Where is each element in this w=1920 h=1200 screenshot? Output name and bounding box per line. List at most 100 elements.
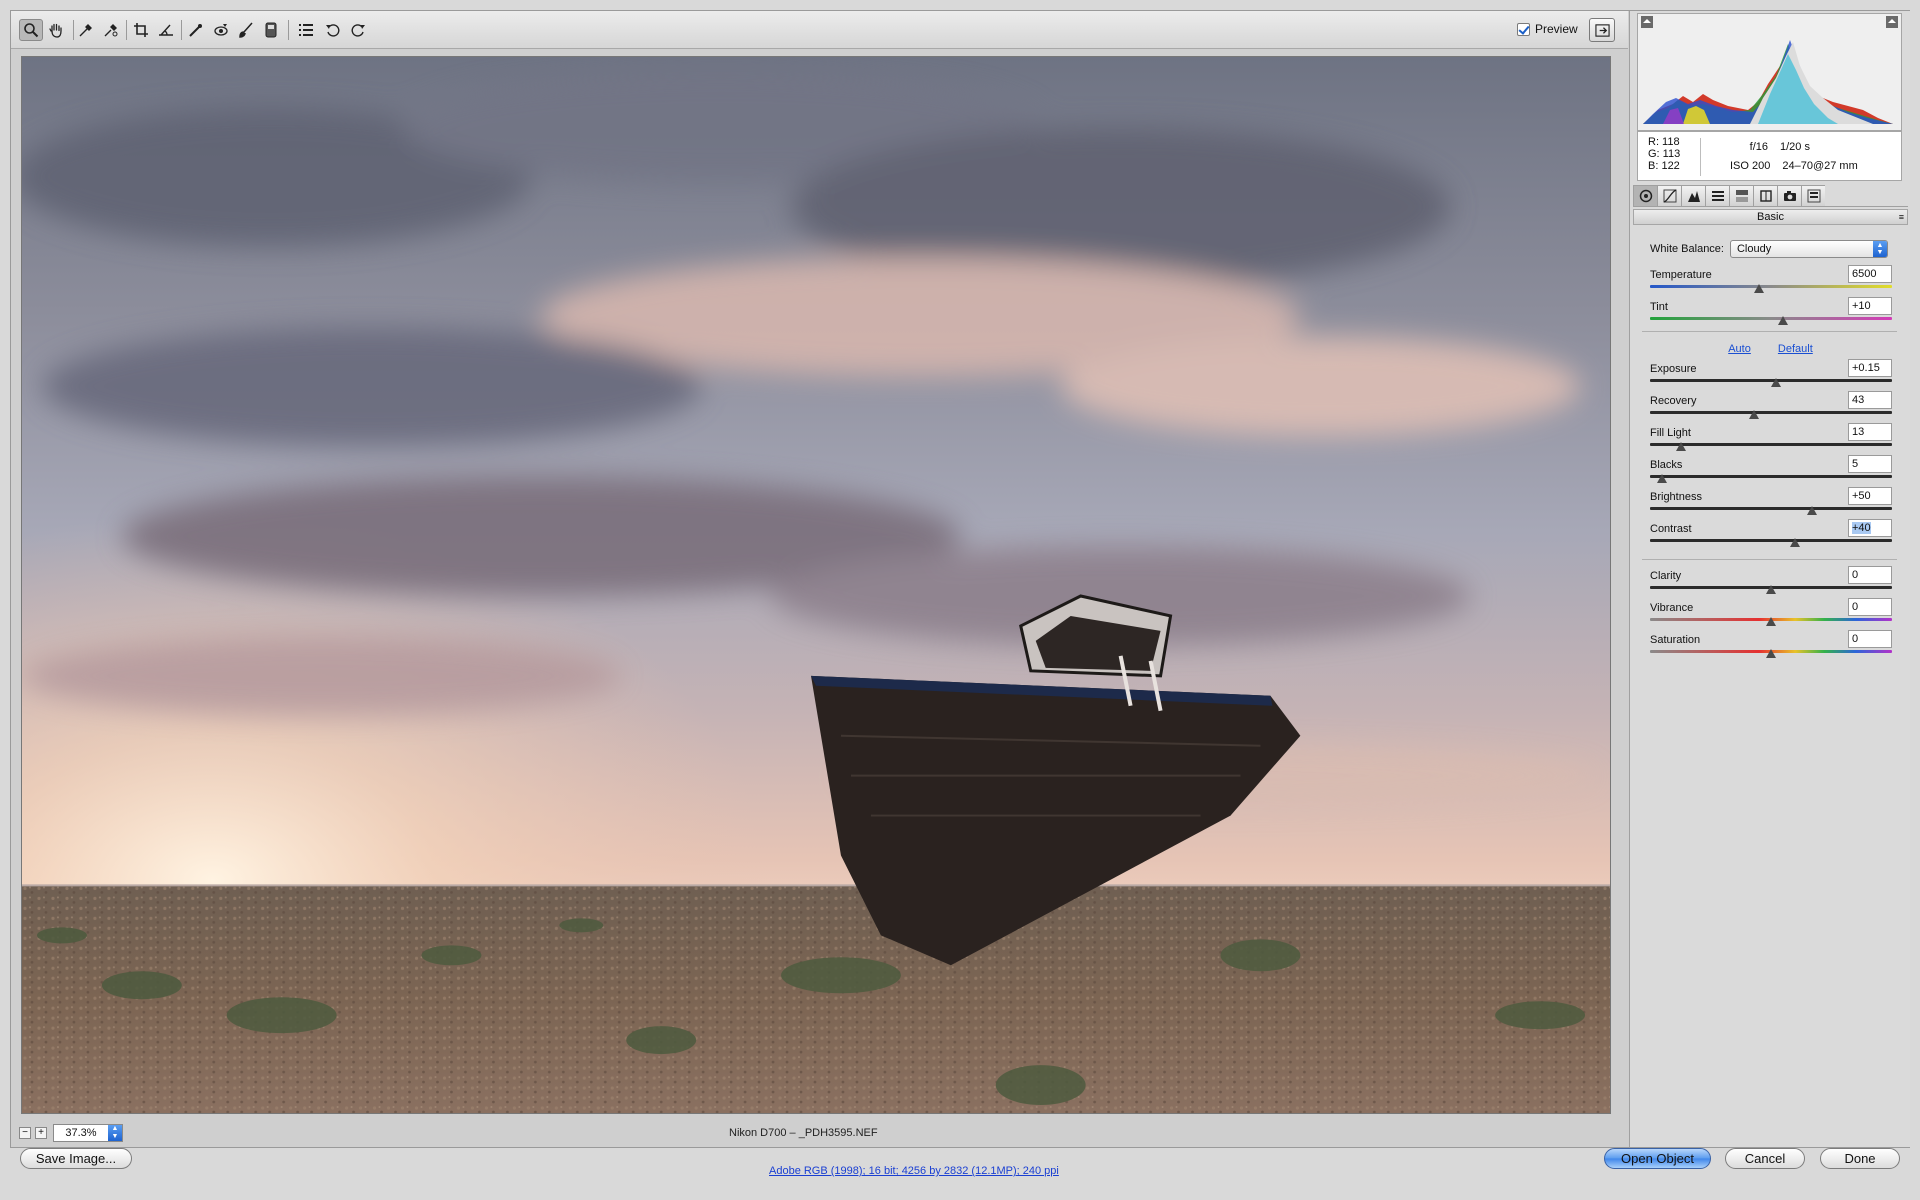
photo <box>22 57 1610 1113</box>
gradient-icon <box>265 22 277 38</box>
workflow-options-link[interactable]: Adobe RGB (1998); 16 bit; 4256 by 2832 (… <box>769 1165 1059 1177</box>
zoom-level-select[interactable]: 37.3% ▲ ▼ <box>53 1124 123 1142</box>
status-bar: − + 37.3% ▲ ▼ Nikon D700 – _PDH3595.NEF <box>11 1121 1628 1147</box>
red-eye-tool[interactable] <box>209 19 233 41</box>
saturation-slider-row: Saturation 0 <box>1650 630 1892 662</box>
exposure-value-field[interactable]: +0.15 <box>1848 359 1892 377</box>
vibrance-value-field[interactable]: 0 <box>1848 598 1892 616</box>
tab-detail[interactable] <box>1681 185 1705 207</box>
straighten-tool[interactable] <box>154 19 178 41</box>
auto-link[interactable]: Auto <box>1728 343 1751 355</box>
histogram <box>1637 13 1902 131</box>
brightness-value-field[interactable]: +50 <box>1848 487 1892 505</box>
panel-menu-icon[interactable]: ≡ <box>1899 213 1904 222</box>
open-object-button[interactable]: Open Object <box>1604 1148 1711 1169</box>
blacks-value-field[interactable]: 5 <box>1848 455 1892 473</box>
lens: 24–70@27 mm <box>1782 160 1858 172</box>
zoom-out-button[interactable]: − <box>19 1127 31 1139</box>
fill-light-slider-thumb[interactable] <box>1676 442 1687 451</box>
fullscreen-button[interactable] <box>1589 18 1615 42</box>
aperture: f/16 <box>1749 141 1768 153</box>
rotate-ccw-tool[interactable] <box>321 19 345 41</box>
preview-checkbox[interactable]: Preview <box>1517 22 1578 36</box>
red-eye-icon <box>214 24 228 36</box>
preview-label: Preview <box>1535 22 1578 36</box>
spot-removal-tool[interactable] <box>184 19 208 41</box>
clarity-label: Clarity <box>1650 570 1682 582</box>
brightness-slider-thumb[interactable] <box>1807 506 1818 515</box>
blacks-slider-row: Blacks 5 <box>1650 455 1892 487</box>
crop-tool[interactable] <box>129 19 153 41</box>
contrast-value-field[interactable]: +40 <box>1848 519 1892 537</box>
vibrance-slider-thumb[interactable] <box>1766 617 1776 626</box>
done-button[interactable]: Done <box>1820 1148 1900 1169</box>
contrast-slider-thumb[interactable] <box>1790 538 1801 547</box>
tint-value-field[interactable]: +10 <box>1848 297 1892 315</box>
zoom-in-button[interactable]: + <box>35 1127 47 1139</box>
file-name: Nikon D700 – _PDH3595.NEF <box>729 1127 878 1139</box>
rotate-cw-tool[interactable] <box>346 19 370 41</box>
zoom-stepper-icon[interactable]: ▲ ▼ <box>108 1125 122 1141</box>
adjustment-brush-tool[interactable] <box>234 19 258 41</box>
preferences-tool[interactable] <box>294 19 318 41</box>
saturation-slider-thumb[interactable] <box>1766 649 1776 658</box>
recovery-slider-thumb[interactable] <box>1749 410 1760 419</box>
brightness-slider-track[interactable] <box>1650 507 1892 510</box>
tint-slider-thumb[interactable] <box>1778 316 1789 325</box>
recovery-value-field[interactable]: 43 <box>1848 391 1892 409</box>
temperature-slider-track[interactable] <box>1650 285 1892 288</box>
save-image-button[interactable]: Save Image... <box>20 1148 132 1169</box>
blacks-slider-track[interactable] <box>1650 475 1892 478</box>
temperature-value: 6500 <box>1852 268 1877 280</box>
contrast-slider-track[interactable] <box>1650 539 1892 542</box>
curve-icon <box>1663 189 1676 203</box>
contrast-label: Contrast <box>1650 523 1692 535</box>
adjustments-panel: R: 118 G: 113 B: 122 f/16 1/20 s ISO 200 2… <box>1629 11 1910 1147</box>
shutter-speed: 1/20 s <box>1780 141 1810 153</box>
tint-value: +10 <box>1852 300 1871 312</box>
detail-icon <box>1687 191 1700 202</box>
blacks-slider-thumb[interactable] <box>1657 474 1668 483</box>
tab-split-toning[interactable] <box>1729 185 1753 207</box>
tab-lens[interactable] <box>1753 185 1777 207</box>
temperature-slider-row: Temperature 6500 <box>1650 265 1892 297</box>
brightness-value: +50 <box>1852 490 1871 502</box>
temperature-slider-thumb[interactable] <box>1753 284 1764 293</box>
default-link[interactable]: Default <box>1778 343 1813 355</box>
recovery-value: 43 <box>1852 394 1865 406</box>
white-balance-select[interactable]: Cloudy ▲ ▼ <box>1729 240 1888 258</box>
exposure-slider-thumb[interactable] <box>1770 378 1781 387</box>
tab-tone-curve[interactable] <box>1657 185 1681 207</box>
preview-check[interactable] <box>1517 22 1530 36</box>
zoom-tool[interactable] <box>19 19 43 41</box>
tab-hsl[interactable] <box>1705 185 1729 207</box>
tab-camera-calibration[interactable] <box>1777 185 1801 207</box>
white-balance-tool[interactable] <box>74 19 98 41</box>
crop-icon <box>134 23 148 37</box>
clarity-value: 0 <box>1852 569 1859 581</box>
auto-default-links: Auto Default <box>1630 343 1911 355</box>
tint-slider-track[interactable] <box>1650 317 1892 320</box>
clarity-value-field[interactable]: 0 <box>1848 566 1892 584</box>
rgb-exif-readout: R: 118 G: 113 B: 122 f/16 1/20 s ISO 200 2… <box>1637 131 1902 181</box>
cancel-button[interactable]: Cancel <box>1725 1148 1805 1169</box>
temperature-value-field[interactable]: 6500 <box>1848 265 1892 283</box>
image-preview[interactable] <box>21 56 1611 1114</box>
tab-basic[interactable] <box>1633 185 1657 207</box>
fill-light-value-field[interactable]: 13 <box>1848 423 1892 441</box>
select-arrows-icon: ▲ ▼ <box>1872 241 1887 257</box>
recovery-slider-track[interactable] <box>1650 411 1892 414</box>
aperture-icon <box>1639 189 1652 203</box>
clarity-slider-thumb[interactable] <box>1766 585 1776 594</box>
contrast-value: +40 <box>1852 522 1871 534</box>
bottom-bar: Save Image... Adobe RGB (1998); 16 bit; … <box>0 1148 1920 1200</box>
white-balance-label: White Balance: <box>1650 243 1724 255</box>
tab-presets[interactable] <box>1801 185 1825 207</box>
graduated-filter-tool[interactable] <box>259 19 283 41</box>
hand-tool[interactable] <box>44 19 68 41</box>
color-sampler-tool[interactable] <box>99 19 123 41</box>
rotate-left-icon <box>326 24 340 37</box>
contrast-slider-row: Contrast +40 <box>1650 519 1892 551</box>
saturation-value-field[interactable]: 0 <box>1848 630 1892 648</box>
fullscreen-icon <box>1594 23 1610 37</box>
